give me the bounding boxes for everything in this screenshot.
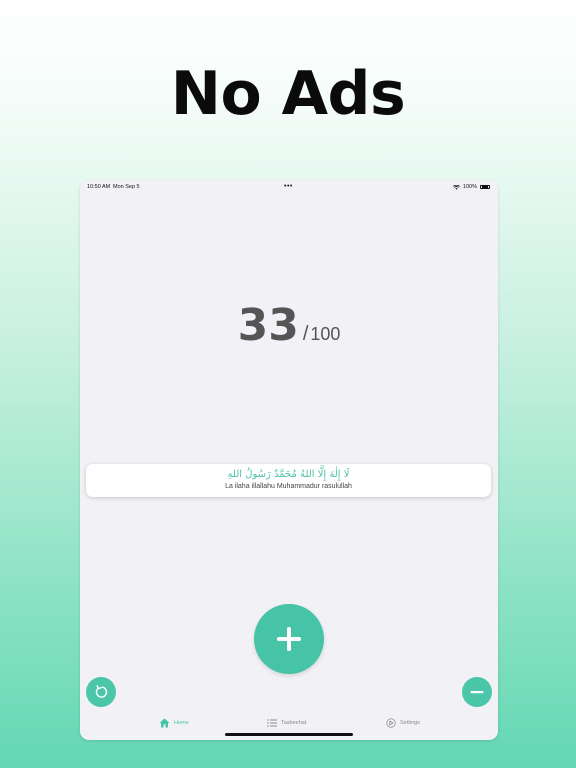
status-date: Mon Sep 5 (113, 184, 140, 190)
app-screen: 10:50 AM Mon Sep 5 ••• 100% 33/100 لَا إ… (80, 180, 498, 740)
dhikr-card[interactable]: لَا إِلٰهَ إِلَّا اللهُ مُحَمَّدٌ رَسُول… (86, 464, 491, 497)
increment-button[interactable] (254, 604, 324, 674)
battery-icon (480, 184, 490, 190)
home-icon (159, 718, 170, 728)
reset-icon (95, 685, 108, 698)
tab-settings-label: Settings (400, 720, 420, 726)
current-count: 33 (237, 300, 299, 351)
dhikr-arabic-text: لَا إِلٰهَ إِلَّا اللهُ مُحَمَّدٌ رَسُول… (227, 469, 350, 480)
tab-settings[interactable]: Settings (386, 713, 420, 733)
tab-tasbeehat[interactable]: Tasbeehat (267, 713, 306, 733)
decrement-button[interactable] (462, 677, 492, 707)
target-count: 100 (310, 324, 341, 344)
dhikr-transliteration: La ilaha illallahu Muhammadur rasulullah (225, 483, 352, 490)
reset-button[interactable] (86, 677, 116, 707)
status-bar: 10:50 AM Mon Sep 5 ••• 100% (80, 180, 498, 194)
home-indicator[interactable] (225, 733, 353, 736)
tab-bar: Home Tasbeehat Settings (80, 713, 498, 733)
tab-home[interactable]: Home (159, 713, 189, 733)
tab-tasbeehat-label: Tasbeehat (281, 720, 307, 726)
status-indicators: 100% (452, 180, 490, 194)
wifi-icon (452, 184, 460, 190)
plus-icon (277, 627, 301, 651)
battery-percent: 100% (462, 184, 477, 190)
list-icon (267, 719, 277, 727)
settings-icon (386, 718, 396, 728)
status-time: 10:50 AM (87, 184, 111, 190)
minus-icon (470, 691, 484, 694)
tab-home-label: Home (174, 720, 189, 726)
multitasking-dots[interactable]: ••• (284, 180, 293, 194)
promo-headline: No Ads (170, 59, 406, 129)
tasbeeh-counter: 33/100 (80, 300, 498, 351)
count-separator: / (302, 323, 309, 345)
